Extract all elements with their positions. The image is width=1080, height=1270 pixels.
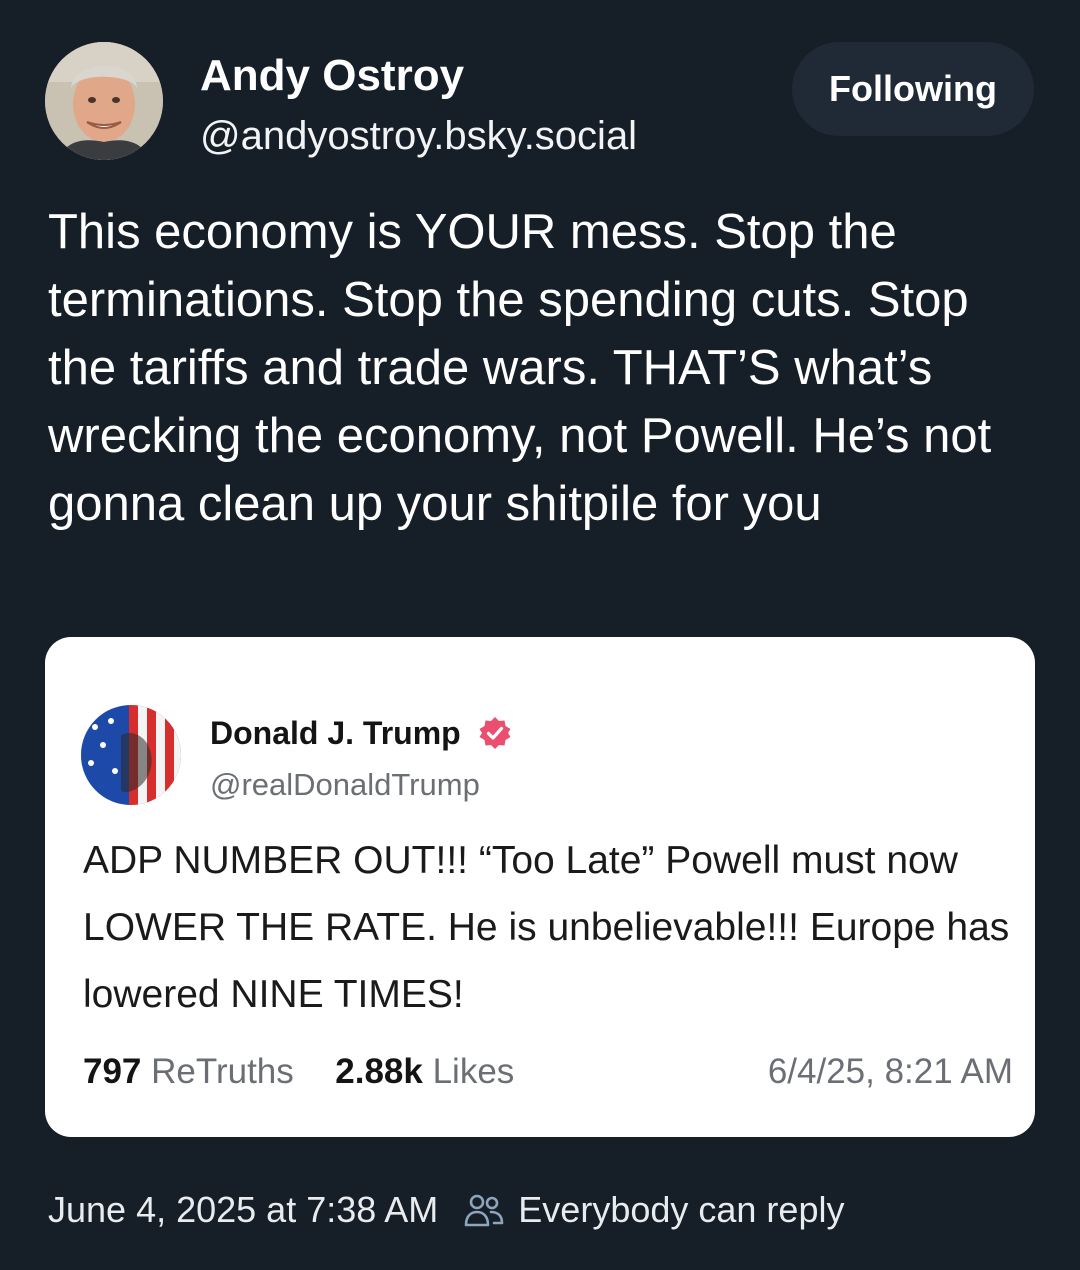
embedded-author-name[interactable]: Donald J. Trump (210, 713, 512, 753)
likes-label: Likes (432, 1052, 515, 1091)
author-name[interactable]: Andy Ostroy (200, 48, 464, 104)
author-handle[interactable]: @andyostroy.bsky.social (200, 110, 637, 162)
flag-portrait-icon (81, 705, 181, 805)
embedded-post-timestamp: 6/4/25, 8:21 AM (767, 1052, 1013, 1091)
embedded-author-name-text: Donald J. Trump (210, 715, 461, 751)
reply-setting[interactable]: Everybody can reply (518, 1186, 844, 1234)
people-icon (464, 1194, 504, 1227)
profile-photo-icon (45, 42, 163, 160)
embedded-post-stats: 797 ReTruths 2.88k Likes (83, 1049, 514, 1095)
author-avatar[interactable] (45, 42, 163, 160)
post-screen: Andy Ostroy @andyostroy.bsky.social Foll… (0, 0, 1080, 1270)
embedded-post-text: ADP NUMBER OUT!!! “Too Late” Powell must… (83, 839, 1010, 1016)
retruths-count: 797 (83, 1052, 142, 1091)
verified-badge-icon (479, 716, 511, 749)
retruths-label: ReTruths (151, 1052, 294, 1091)
post-footer: June 4, 2025 at 7:38 AM Everybody can re… (48, 1186, 844, 1234)
post-text: This economy is YOUR mess. Stop the term… (48, 205, 992, 531)
following-button[interactable]: Following (792, 42, 1034, 136)
embedded-author-handle[interactable]: @realDonaldTrump (210, 765, 480, 805)
likes-count: 2.88k (335, 1052, 423, 1091)
post-date: June 4, 2025 at 7:38 AM (48, 1189, 439, 1230)
embedded-post-card[interactable]: Donald J. Trump @realDonaldTrump ADP NUM… (45, 637, 1035, 1137)
embedded-author-avatar[interactable] (81, 705, 181, 805)
